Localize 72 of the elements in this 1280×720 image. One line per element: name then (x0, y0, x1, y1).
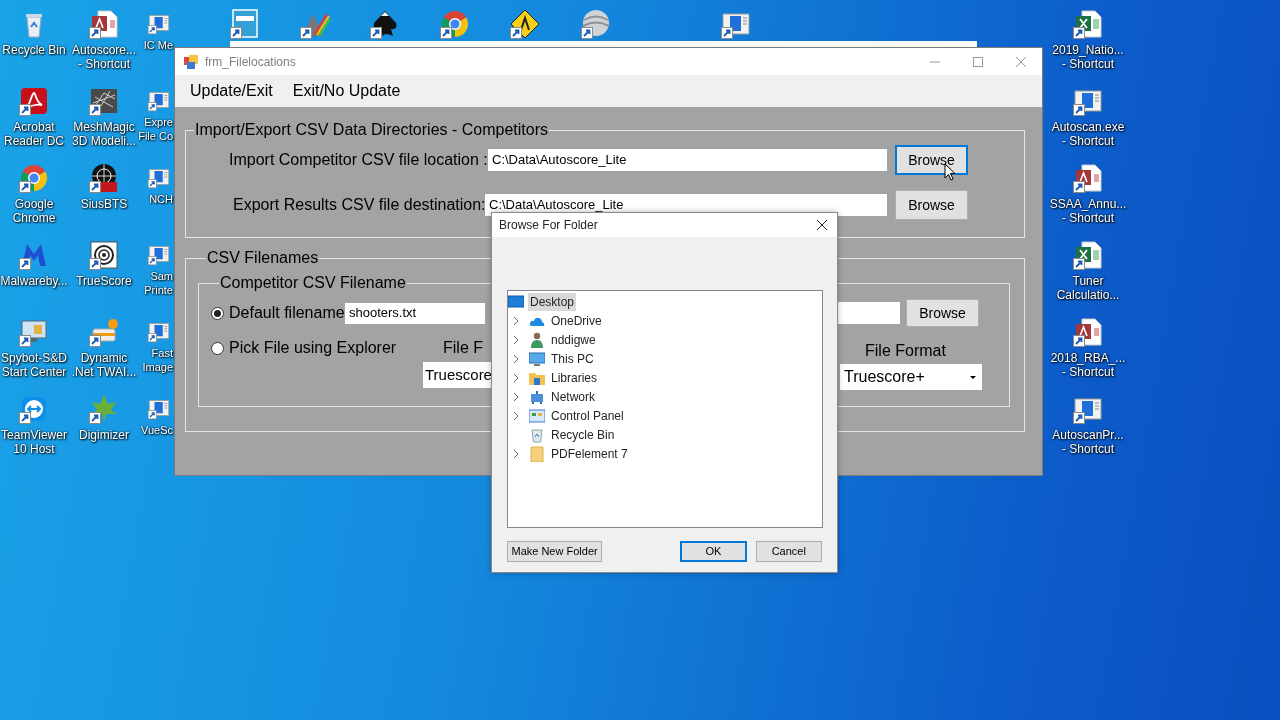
monitor-icon (529, 350, 545, 367)
chevron-icon[interactable] (513, 354, 519, 363)
format-dropdown[interactable]: Truescore (423, 362, 491, 388)
scanner-icon[interactable] (88, 316, 120, 348)
target-icon[interactable] (88, 162, 120, 194)
sign-icon[interactable] (509, 8, 541, 40)
dialog-button[interactable]: Cancel (755, 541, 822, 562)
group-caption: Competitor CSV Filename (219, 274, 407, 292)
radio-button[interactable]: Default filename (211, 301, 345, 325)
target-icon[interactable] (88, 239, 120, 271)
bin-icon (529, 426, 545, 443)
tree-item[interactable]: Recycle Bin (549, 425, 617, 444)
icon-label[interactable]: Autoscan.exe - Shortcut (1051, 120, 1125, 148)
browse-button[interactable]: Browse (906, 299, 979, 327)
menu-item[interactable]: Exit/No Update (286, 77, 407, 105)
tree-item[interactable]: Desktop (528, 292, 577, 311)
chevron-icon[interactable] (513, 392, 519, 401)
pdf-icon[interactable] (18, 85, 50, 117)
field-label: Export Results CSV file destination: (233, 195, 485, 215)
icon-label[interactable]: 2018_RBA_... - Shortcut (1050, 351, 1126, 379)
radio-button[interactable]: Pick File using Explorer (211, 336, 423, 360)
group-caption: CSV Filenames (206, 249, 320, 267)
icon-label[interactable]: SSAA_Annu... - Shortcut (1049, 197, 1127, 225)
icon-label[interactable]: Tuner Calculatio... (1056, 274, 1120, 302)
close-icon[interactable] (817, 220, 827, 230)
icon-label[interactable]: 2019_Natio... - Shortcut (1052, 43, 1124, 71)
control-panel-icon (529, 407, 545, 424)
chevron-icon[interactable] (513, 335, 519, 344)
document-icon[interactable] (1072, 316, 1104, 348)
cursor-icon (944, 163, 956, 181)
tree-item[interactable]: Network (549, 387, 597, 406)
dialog-button[interactable]: OK (680, 541, 747, 562)
icon-label[interactable]: AutoscanPr... - Shortcut (1052, 428, 1124, 456)
caret-icon (970, 375, 976, 379)
globe-icon[interactable] (580, 8, 612, 40)
filename-field[interactable] (838, 302, 900, 324)
chevron-icon[interactable] (513, 411, 519, 420)
tree-item[interactable]: OneDrive (549, 311, 604, 330)
filename-field[interactable]: shooters.txt (345, 302, 485, 324)
document-icon[interactable] (1072, 162, 1104, 194)
browser-icon[interactable] (18, 162, 50, 194)
person-icon (529, 331, 545, 348)
tree-item[interactable]: Libraries (549, 368, 600, 387)
chevron-icon[interactable] (513, 373, 519, 382)
tree-item[interactable]: Control Panel (549, 406, 626, 425)
menu-item[interactable]: Update/Exit (184, 77, 279, 105)
path-field[interactable]: C:\Data\Autoscore_Lite (488, 149, 887, 171)
dialog-button[interactable]: Make New Folder (507, 541, 603, 562)
spreadsheet-icon[interactable] (1072, 8, 1104, 40)
app-icon (183, 53, 199, 70)
field-label: File F (443, 338, 484, 358)
tree-item[interactable]: nddigwe (549, 330, 598, 349)
chevron-icon[interactable] (513, 449, 519, 458)
maximize-icon[interactable] (971, 56, 984, 67)
label-icon[interactable] (229, 8, 261, 40)
field-label: File Format (865, 341, 947, 361)
document-icon[interactable] (88, 8, 120, 40)
spreadsheet-icon[interactable] (1072, 239, 1104, 271)
group-caption: Import/Export CSV Data Directories - Competitors (194, 121, 549, 139)
desktop-icon (508, 293, 524, 310)
field-label: Import Competitor CSV file location : (229, 150, 488, 170)
browse-button[interactable]: Browse (895, 190, 968, 220)
chevron-icon[interactable] (513, 316, 519, 325)
browse-button[interactable]: Browse (895, 145, 968, 175)
tree-item[interactable]: This PC (549, 349, 596, 368)
window-title: frm_Filelocations (205, 53, 297, 71)
format-dropdown[interactable]: Truescore+ (840, 364, 982, 390)
browser-icon[interactable] (439, 8, 471, 40)
folder-icon (529, 445, 545, 462)
dialog-title: Browse For Folder (499, 217, 599, 234)
tree-item[interactable]: PDFelement 7 (549, 444, 630, 463)
network-icon (529, 388, 545, 405)
